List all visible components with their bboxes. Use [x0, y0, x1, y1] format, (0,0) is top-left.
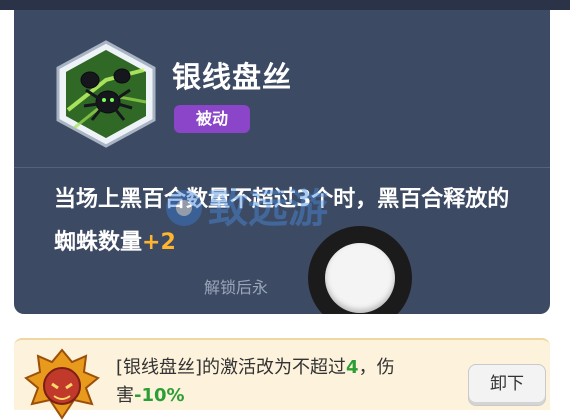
top-bar-edge	[0, 0, 570, 10]
spider-web-skill-icon	[56, 40, 156, 148]
upgrade-count: 4	[346, 357, 359, 378]
unlock-note: 解锁后永	[204, 278, 269, 297]
golden-mask-emblem-icon	[24, 348, 100, 420]
skill-name: 银线盘丝	[172, 60, 293, 94]
skill-type-badge: 被动	[174, 105, 250, 133]
upgrade-panel: [银线盘丝]的激活改为不超过4，伤害-10% 卸下	[14, 338, 550, 420]
divider	[14, 167, 550, 168]
upgrade-description: [银线盘丝]的激活改为不超过4，伤害-10%	[116, 354, 460, 410]
skill-card: 银线盘丝 被动 当场上黑百合数量不超过3个时，黑百合释放的蜘蛛数量+2 致远游 …	[14, 10, 550, 314]
unequip-button[interactable]: 卸下	[468, 364, 546, 406]
upgrade-text-prefix: [银线盘丝]的激活改为不超过	[116, 357, 347, 378]
record-button-inner	[325, 243, 395, 313]
upgrade-damage: -10%	[134, 385, 185, 406]
watermark-text: 致远游	[208, 186, 328, 232]
